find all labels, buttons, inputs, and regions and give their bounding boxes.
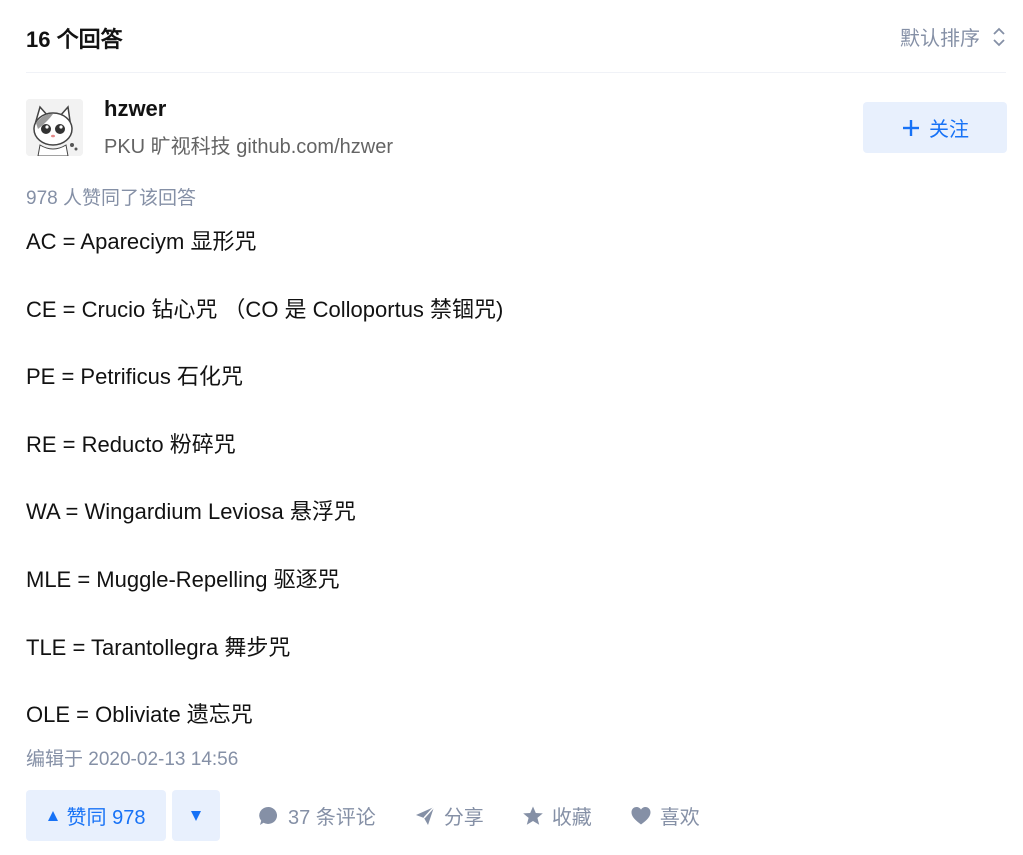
action-bar: 赞同 978 37 条评论 分享 收藏 喜欢	[26, 790, 1006, 841]
comments-button[interactable]: 37 条评论	[258, 801, 376, 830]
sort-label: 默认排序	[900, 28, 980, 50]
follow-button[interactable]: 关注	[863, 102, 1007, 153]
upvote-triangle-icon	[47, 810, 58, 821]
answers-count: 16 个回答	[26, 27, 123, 52]
heart-icon	[631, 806, 651, 824]
follow-label: 关注	[929, 119, 969, 141]
paper-plane-icon	[415, 805, 435, 825]
upvote-label: 赞同 978	[66, 807, 146, 829]
like-label: 喜欢	[659, 807, 700, 829]
answer-content: AC = Apareciym 显形咒 CE = Crucio 钻心咒 （CO 是…	[26, 226, 996, 767]
collect-button[interactable]: 收藏	[522, 801, 592, 830]
answer-paragraph: PE = Petrificus 石化咒	[26, 364, 244, 390]
answer-paragraph: AC = Apareciym 显形咒	[26, 229, 257, 254]
downvote-button[interactable]	[172, 790, 220, 841]
cat-avatar-icon	[26, 99, 83, 156]
answer-paragraph: CE = Crucio 钻心咒 （CO 是 Colloportus 禁锢咒)	[26, 296, 504, 322]
edit-time: 编辑于 2020-02-13 14:56	[26, 749, 239, 770]
avatar[interactable]	[26, 99, 83, 156]
author-bio: PKU 旷视科技 github.com/hzwer	[104, 136, 393, 158]
comments-label: 37 条评论	[288, 807, 376, 829]
answer-paragraph: WA = Wingardium Leviosa 悬浮咒	[26, 499, 356, 525]
plus-icon	[903, 119, 919, 136]
vote-summary: 978 人赞同了该回答	[26, 188, 196, 209]
author-name[interactable]: hzwer	[104, 96, 166, 122]
answer-paragraph: TLE = Tarantollegra 舞步咒	[26, 634, 291, 660]
share-button[interactable]: 分享	[414, 801, 484, 830]
share-label: 分享	[443, 807, 484, 829]
answer-paragraph: MLE = Muggle-Repelling 驱逐咒	[26, 566, 340, 592]
star-icon	[523, 806, 543, 825]
sort-chevron-icon	[993, 27, 1005, 46]
sort-selector[interactable]: 默认排序	[900, 22, 1006, 51]
like-button[interactable]: 喜欢	[630, 801, 700, 830]
comment-bubble-icon	[259, 806, 278, 825]
answer-paragraph: RE = Reducto 粉碎咒	[26, 431, 236, 457]
upvote-button[interactable]: 赞同 978	[26, 790, 166, 841]
answers-header: 16 个回答 默认排序	[26, 0, 1006, 73]
downvote-triangle-icon	[191, 810, 201, 821]
collect-label: 收藏	[551, 807, 592, 829]
